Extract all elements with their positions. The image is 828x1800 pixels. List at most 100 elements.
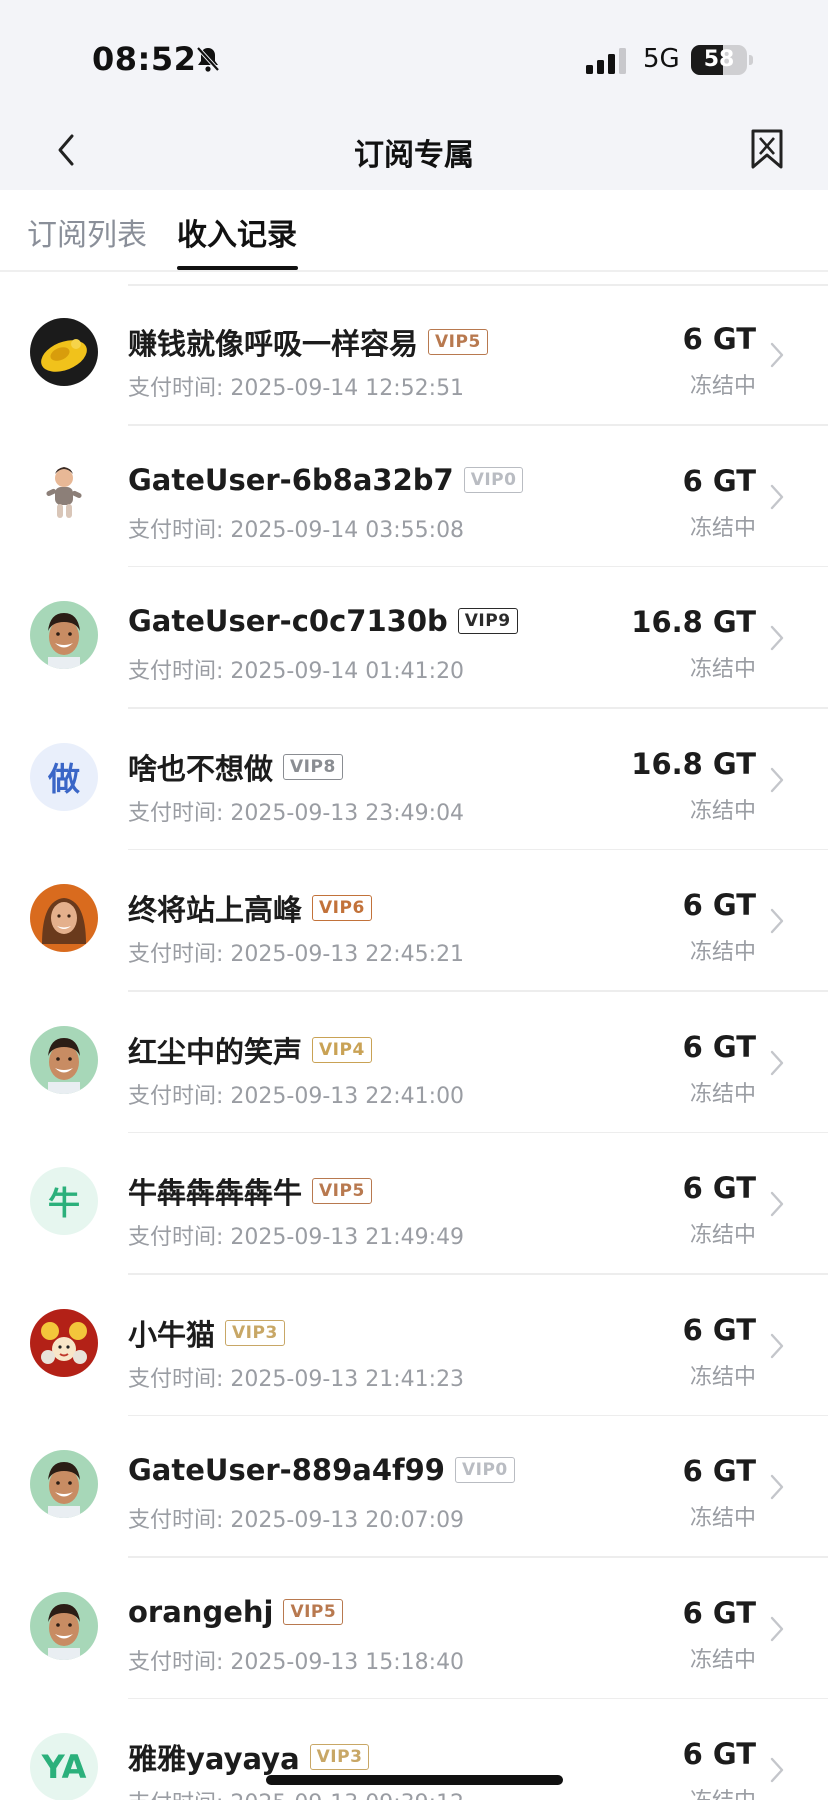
amount: 6 GT xyxy=(682,463,756,498)
avatar-initial: YA xyxy=(41,1748,87,1786)
status-frozen: 冻结中 xyxy=(689,1364,756,1390)
avatar xyxy=(30,884,98,952)
chevron-right-icon[interactable] xyxy=(770,1757,784,1783)
vip-badge: VIP5 xyxy=(428,329,488,355)
name-line: 雅雅yayaya VIP3 xyxy=(128,1736,370,1778)
username: 牛犇犇犇犇牛 xyxy=(128,1176,303,1210)
vip-badge: VIP3 xyxy=(309,1744,370,1770)
amount: 6 GT xyxy=(682,1029,756,1064)
vip-badge: VIP6 xyxy=(312,895,372,921)
avatar xyxy=(30,601,98,669)
avatar: 牛 xyxy=(30,1167,98,1235)
vip-badge: VIP8 xyxy=(283,753,343,780)
username: GateUser-889a4f99 xyxy=(128,1453,445,1487)
signal-icon xyxy=(586,48,626,74)
payment-time: 支付时间: 2025-09-13 22:41:00 xyxy=(128,1083,465,1109)
list-item[interactable]: GateUser-889a4f99 VIP0 支付时间: 2025-09-13 20… xyxy=(0,1416,828,1558)
username: 啥也不想做 xyxy=(128,751,274,786)
chevron-right-icon[interactable] xyxy=(770,1616,784,1642)
chevron-right-icon[interactable] xyxy=(770,1333,784,1359)
list-item[interactable]: GateUser-6b8a32b7 VIP0 支付时间: 2025-09-14 03… xyxy=(0,426,828,568)
tab-income-records[interactable]: 收入记录 xyxy=(177,210,297,254)
vip-badge: VIP5 xyxy=(312,1178,372,1204)
avatar: YA xyxy=(30,1733,98,1800)
list-item[interactable]: 红尘中的笑声 VIP4 支付时间: 2025-09-13 22:41:00 6 GT 冻… xyxy=(0,992,828,1134)
payment-time: 支付时间: 2025-09-14 01:41:20 xyxy=(128,659,465,684)
avatar xyxy=(30,1450,98,1518)
bookmark-icon[interactable] xyxy=(750,128,784,170)
payment-time: 支付时间: 2025-09-14 12:52:51 xyxy=(128,376,465,401)
avatar xyxy=(30,1591,98,1660)
status-frozen: 冻结中 xyxy=(689,798,756,824)
list-item[interactable]: orangehj VIP5 支付时间: 2025-09-13 15:18:40 6 G… xyxy=(0,1558,828,1700)
status-frozen: 冻结中 xyxy=(689,657,756,682)
status-frozen: 冻结中 xyxy=(689,1081,756,1107)
chevron-right-icon[interactable] xyxy=(770,1191,784,1217)
status-frozen: 冻结中 xyxy=(689,374,756,399)
vip-badge: VIP9 xyxy=(457,608,518,634)
name-line: 啥也不想做 VIP8 xyxy=(128,746,343,788)
list-item[interactable]: 小牛猫 VIP3 支付时间: 2025-09-13 21:41:23 6 GT 冻结中 xyxy=(0,1275,828,1417)
username: 终将站上高峰 xyxy=(128,893,303,927)
status-bar: 08:52 5G 58 xyxy=(0,0,828,110)
chevron-right-icon[interactable] xyxy=(770,625,784,651)
amount: 6 GT xyxy=(682,888,756,922)
list-item[interactable]: 做 啥也不想做 VIP8 支付时间: 2025-09-13 23:49:04 16.8 … xyxy=(0,709,828,851)
payment-time: 支付时间: 2025-09-13 21:41:23 xyxy=(128,1366,465,1392)
page: 08:52 5G 58 订阅专属 订阅列表 收入记录 赚钱就像呼吸一样容易 VI… xyxy=(0,0,828,1800)
status-frozen: 冻结中 xyxy=(689,1506,756,1531)
amount: 6 GT xyxy=(682,1737,756,1771)
tab-subscription-list[interactable]: 订阅列表 xyxy=(27,210,147,254)
list-item[interactable]: GateUser-c0c7130b VIP9 支付时间: 2025-09-14 01… xyxy=(0,567,828,709)
chevron-right-icon[interactable] xyxy=(770,908,784,934)
nav-header: 订阅专属 xyxy=(0,110,828,190)
name-line: GateUser-6b8a32b7 VIP0 xyxy=(128,462,524,497)
page-title: 订阅专属 xyxy=(354,138,474,173)
amount: 6 GT xyxy=(682,1595,756,1630)
username: orangehj xyxy=(128,1594,274,1629)
payment-time: 支付时间: 2025-09-13 21:49:49 xyxy=(128,1225,465,1250)
name-line: 小牛猫 VIP3 xyxy=(128,1312,285,1354)
chevron-right-icon[interactable] xyxy=(770,342,784,368)
payment-time: 支付时间: 2025-09-14 03:55:08 xyxy=(128,517,465,543)
name-line: GateUser-889a4f99 VIP0 xyxy=(128,1453,515,1487)
list-item[interactable]: 赚钱就像呼吸一样容易 VIP5 支付时间: 2025-09-14 12:52:51 6… xyxy=(0,284,828,426)
status-frozen: 冻结中 xyxy=(689,1647,756,1673)
list-item[interactable]: 牛 牛犇犇犇犇牛 VIP5 支付时间: 2025-09-13 21:49:49 6 GT… xyxy=(0,1133,828,1275)
vip-badge: VIP3 xyxy=(225,1319,285,1346)
active-tab-indicator xyxy=(177,266,298,270)
status-frozen: 冻结中 xyxy=(689,515,756,541)
amount: 16.8 GT xyxy=(631,746,756,781)
username: 小牛猫 xyxy=(128,1317,216,1352)
avatar xyxy=(30,1308,98,1377)
name-line: 红尘中的笑声 VIP4 xyxy=(128,1029,372,1071)
chevron-right-icon[interactable] xyxy=(770,1050,784,1076)
vip-badge: VIP5 xyxy=(283,1598,344,1625)
chevron-right-icon[interactable] xyxy=(770,767,784,793)
bell-off-icon xyxy=(196,46,220,72)
vip-badge: VIP4 xyxy=(312,1036,372,1063)
name-line: orangehj VIP5 xyxy=(128,1594,344,1629)
avatar xyxy=(30,459,98,528)
avatar xyxy=(30,318,98,386)
amount: 16.8 GT xyxy=(631,605,756,639)
username: 赚钱就像呼吸一样容易 xyxy=(128,327,419,361)
status-frozen: 冻结中 xyxy=(690,1783,756,1800)
amount: 6 GT xyxy=(682,1454,756,1488)
chevron-right-icon[interactable] xyxy=(770,1474,784,1500)
chevron-right-icon[interactable] xyxy=(770,484,784,510)
username: 红尘中的笑声 xyxy=(128,1034,303,1069)
home-indicator xyxy=(266,1775,563,1785)
name-line: 终将站上高峰 VIP6 xyxy=(128,887,372,929)
status-frozen: 冻结中 xyxy=(689,1223,756,1248)
avatar-initial: 牛 xyxy=(47,1184,80,1222)
vip-badge: VIP0 xyxy=(454,1457,515,1483)
username: GateUser-6b8a32b7 xyxy=(128,462,454,497)
network-type: 5G xyxy=(643,44,680,74)
battery-tip xyxy=(749,55,753,65)
payment-time: 支付时间: 2025-09-13 23:49:04 xyxy=(128,800,465,826)
username: GateUser-c0c7130b xyxy=(128,604,448,638)
list-item[interactable]: 终将站上高峰 VIP6 支付时间: 2025-09-13 22:45:21 6 GT 冻… xyxy=(0,850,828,992)
status-frozen: 冻结中 xyxy=(689,940,756,965)
name-line: GateUser-c0c7130b VIP9 xyxy=(128,604,518,638)
